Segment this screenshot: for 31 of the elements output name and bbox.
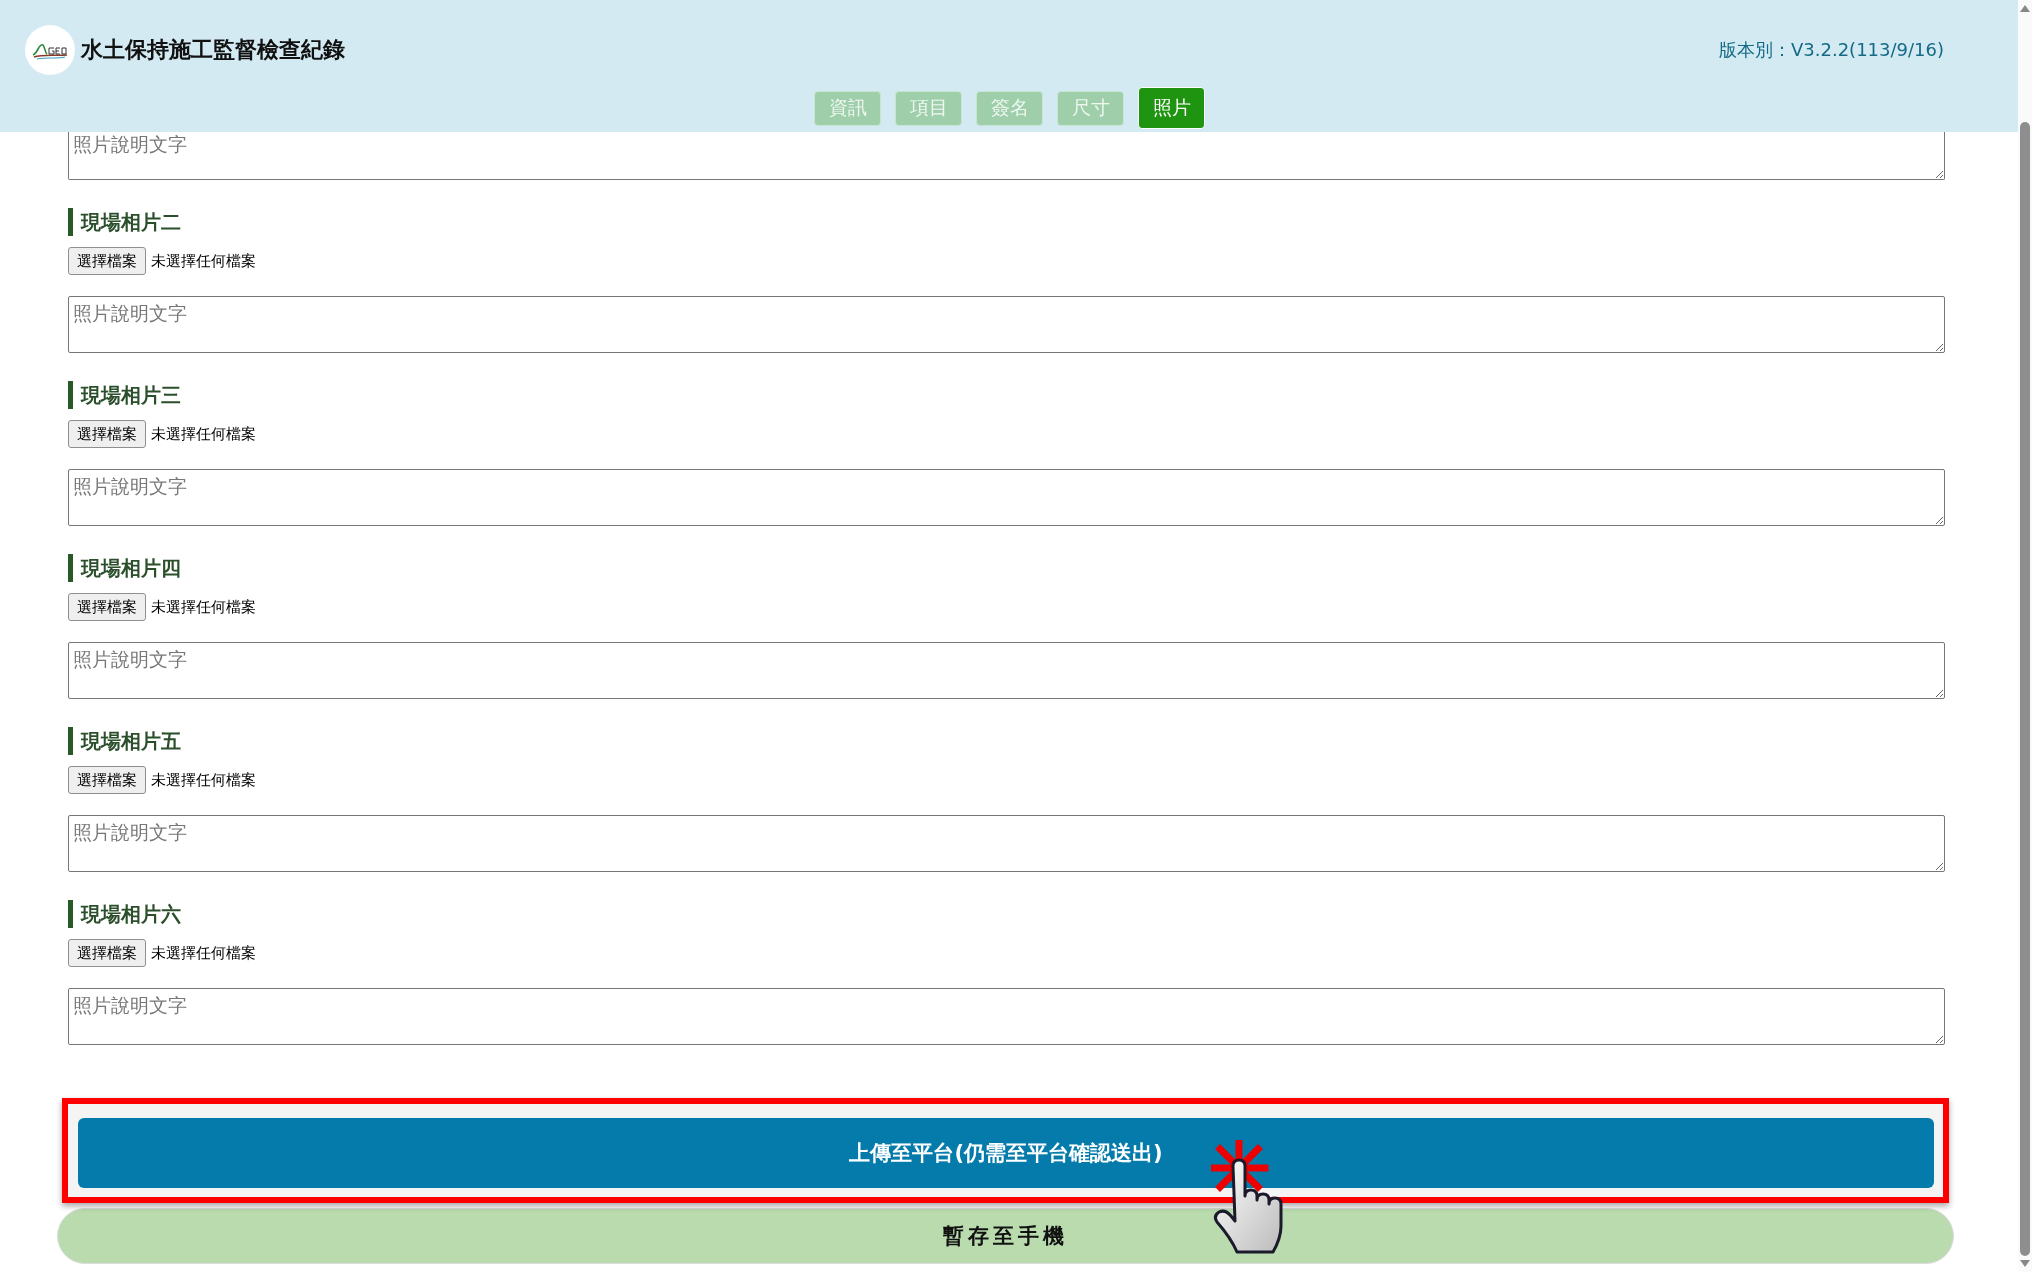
upload-button[interactable]: 上傳至平台(仍需至平台確認送出) xyxy=(78,1118,1934,1188)
choose-file-button[interactable]: 選擇檔案 xyxy=(68,593,146,621)
tab[interactable]: 照片 xyxy=(1138,87,1205,129)
caption-field[interactable]: 照片說明文字 xyxy=(68,132,1945,180)
choose-file-button[interactable]: 選擇檔案 xyxy=(68,420,146,448)
file-status-text: 未選擇任何檔案 xyxy=(151,251,256,271)
choose-file-button[interactable]: 選擇檔案 xyxy=(68,766,146,794)
caption-field[interactable]: 照片說明文字 xyxy=(68,469,1945,526)
scroll-down-icon[interactable] xyxy=(2020,1260,2030,1268)
logo-icon xyxy=(25,25,75,75)
section-heading: 現場相片二 xyxy=(68,208,1945,236)
file-status-text: 未選擇任何檔案 xyxy=(151,424,256,444)
choose-file-button[interactable]: 選擇檔案 xyxy=(68,939,146,967)
scrollbar[interactable] xyxy=(2018,0,2032,1272)
scroll-up-icon[interactable] xyxy=(2020,4,2030,12)
version-label: 版本別：V3.2.2(113/9/16) xyxy=(1719,38,1944,62)
save-button[interactable]: 暫存至手機 xyxy=(57,1208,1954,1264)
section-heading: 現場相片五 xyxy=(68,727,1945,755)
file-status-text: 未選擇任何檔案 xyxy=(151,597,256,617)
section-heading: 現場相片三 xyxy=(68,381,1945,409)
file-status-text: 未選擇任何檔案 xyxy=(151,943,256,963)
choose-file-button[interactable]: 選擇檔案 xyxy=(68,247,146,275)
caption-field[interactable]: 照片說明文字 xyxy=(68,296,1945,353)
section-heading: 現場相片四 xyxy=(68,554,1945,582)
scrollbar-thumb[interactable] xyxy=(2020,122,2030,1256)
caption-field[interactable]: 照片說明文字 xyxy=(68,988,1945,1045)
app-title: 水土保持施工監督檢查紀錄 xyxy=(81,36,345,64)
section-heading: 現場相片六 xyxy=(68,900,1945,928)
file-status-text: 未選擇任何檔案 xyxy=(151,770,256,790)
caption-field[interactable]: 照片說明文字 xyxy=(68,642,1945,699)
caption-field[interactable]: 照片說明文字 xyxy=(68,815,1945,872)
